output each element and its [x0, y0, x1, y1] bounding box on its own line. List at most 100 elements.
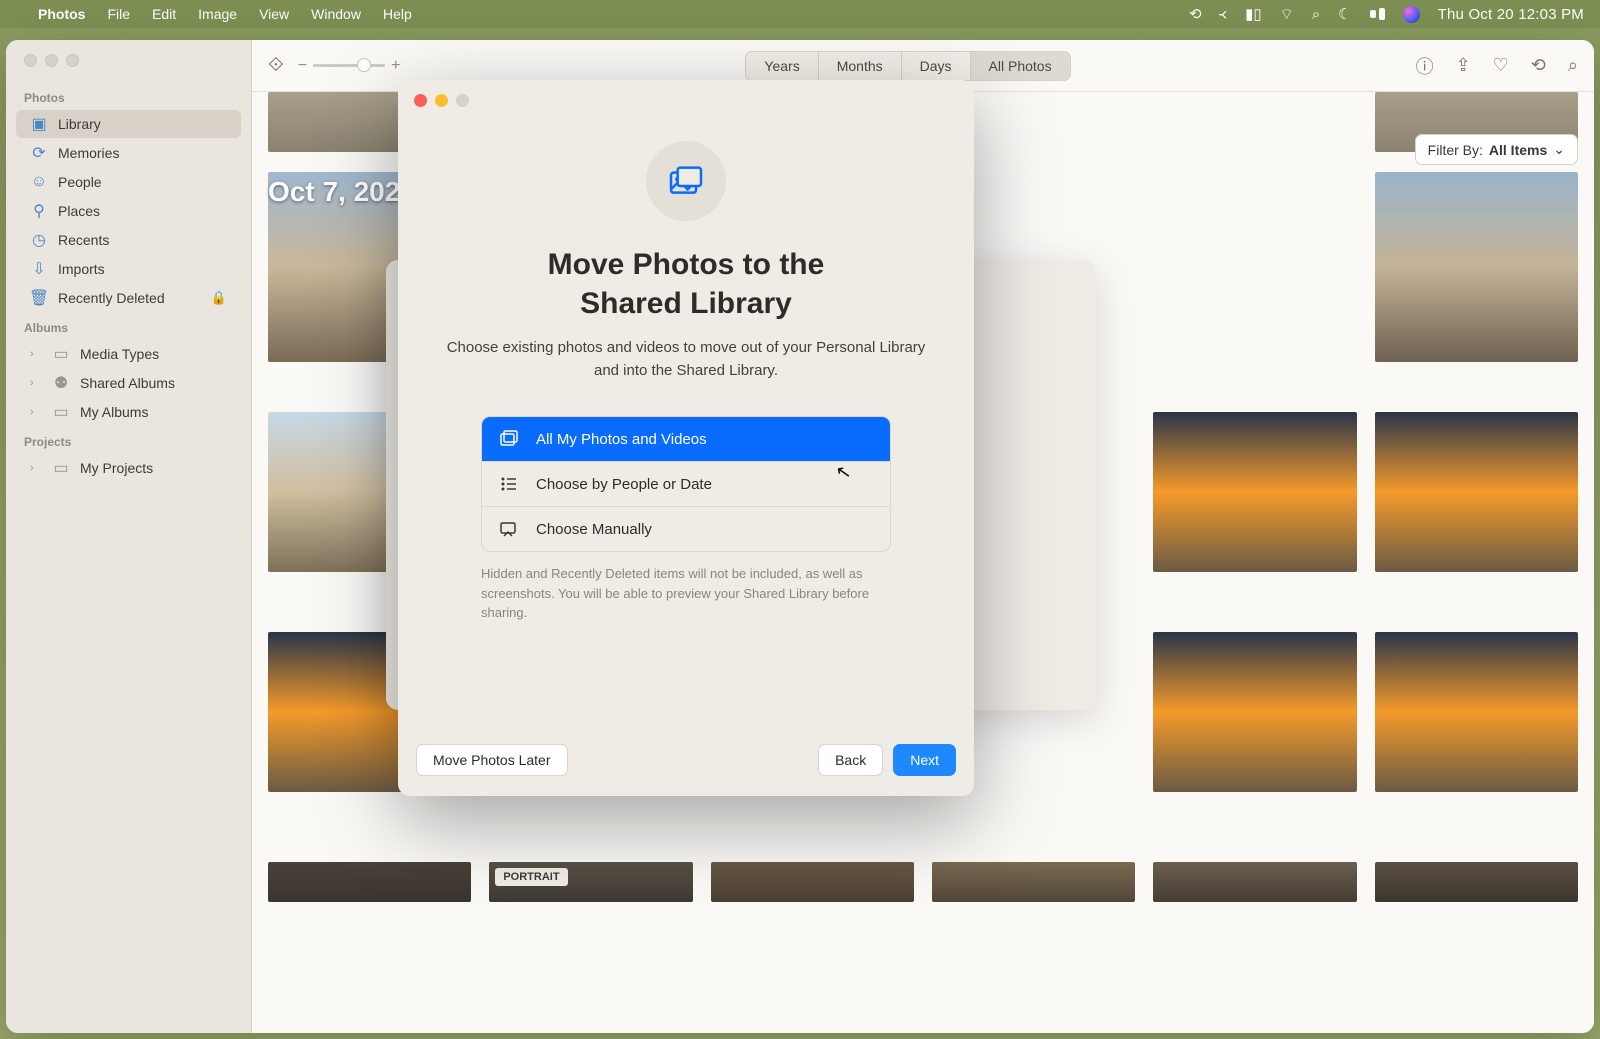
timemachine-icon[interactable]: ⟲	[1189, 5, 1202, 23]
filter-dropdown[interactable]: Filter By: All Items ⌄	[1415, 134, 1578, 165]
trash-icon: 🗑	[30, 289, 48, 307]
menu-window[interactable]: Window	[311, 6, 361, 22]
window-zoom-button[interactable]	[66, 54, 79, 67]
photo-thumbnail[interactable]	[1375, 412, 1578, 572]
sidebar-item-library[interactable]: ▣Library	[16, 110, 241, 138]
modal-minimize-button[interactable]	[435, 94, 448, 107]
segment-days[interactable]: Days	[902, 52, 971, 80]
app-name[interactable]: Photos	[38, 6, 85, 22]
search-icon[interactable]: ⌕	[1568, 55, 1578, 76]
photo-thumbnail[interactable]	[711, 862, 914, 902]
sidebar-item-recently-deleted[interactable]: 🗑 Recently Deleted 🔒	[16, 284, 241, 312]
move-photos-later-button[interactable]: Move Photos Later	[416, 744, 568, 776]
sidebar-item-label: Memories	[58, 145, 119, 161]
photo-thumbnail[interactable]	[1375, 632, 1578, 792]
macos-menubar: Photos File Edit Image View Window Help …	[0, 0, 1600, 28]
sidebar-item-label: Recently Deleted	[58, 290, 165, 306]
modal-zoom-button[interactable]	[456, 94, 469, 107]
sidebar-item-shared-albums[interactable]: › ⚉ Shared Albums	[16, 369, 241, 397]
list-filter-icon	[500, 475, 518, 493]
shared-library-hero-icon	[646, 141, 726, 221]
modal-close-button[interactable]	[414, 94, 427, 107]
sidebar-item-my-projects[interactable]: ›▭My Projects	[16, 454, 241, 482]
shared-library-setup-modal: Move Photos to theShared Library Choose …	[398, 80, 974, 796]
sidebar-item-label: Shared Albums	[80, 375, 175, 391]
photo-thumbnail[interactable]	[1153, 412, 1356, 572]
menu-help[interactable]: Help	[383, 6, 412, 22]
sidebar-item-imports[interactable]: ⇩Imports	[16, 255, 241, 283]
sidebar-item-label: Recents	[58, 232, 109, 248]
filter-value: All Items	[1489, 142, 1547, 158]
photo-thumbnail[interactable]	[1375, 172, 1578, 362]
option-choose-manually[interactable]: Choose Manually	[482, 507, 890, 551]
photo-thumbnail[interactable]	[1153, 632, 1356, 792]
slider-knob[interactable]	[357, 58, 371, 72]
sidebar-item-label: Imports	[58, 261, 105, 277]
segment-months[interactable]: Months	[819, 52, 902, 80]
aspect-icon[interactable]: ⟐	[268, 54, 284, 77]
do-not-disturb-icon[interactable]: ☾	[1338, 5, 1351, 23]
back-button[interactable]: Back	[818, 744, 883, 776]
control-center-icon[interactable]	[1370, 8, 1385, 20]
sidebar-item-label: Library	[58, 116, 101, 132]
option-label: All My Photos and Videos	[536, 431, 707, 448]
window-close-button[interactable]	[24, 54, 37, 67]
photo-thumbnail[interactable]: PORTRAIT	[489, 862, 692, 902]
rotate-icon[interactable]: ⟲	[1531, 55, 1546, 76]
sidebar-item-memories[interactable]: ⟳Memories	[16, 139, 241, 167]
sidebar-item-label: My Projects	[80, 460, 153, 476]
share-icon[interactable]: ⇪	[1456, 55, 1471, 76]
sidebar-item-media-types[interactable]: ›▭Media Types	[16, 340, 241, 368]
view-segment: Years Months Days All Photos	[745, 51, 1070, 81]
sidebar-item-places[interactable]: ⚲Places	[16, 197, 241, 225]
filter-label: Filter By:	[1428, 142, 1483, 158]
siri-icon[interactable]	[1403, 6, 1420, 23]
wifi-icon[interactable]: ⌔	[1280, 5, 1294, 24]
sidebar: Photos ▣Library ⟳Memories ☺People ⚲Place…	[6, 40, 252, 1033]
photo-thumbnail[interactable]	[1153, 862, 1356, 902]
bluetooth-icon[interactable]: ᚜	[1220, 5, 1228, 23]
zoom-in-icon[interactable]: +	[391, 57, 400, 75]
segment-years[interactable]: Years	[746, 52, 818, 80]
recents-icon: ◷	[30, 231, 48, 249]
menu-edit[interactable]: Edit	[152, 6, 176, 22]
modal-title: Move Photos to theShared Library	[548, 245, 825, 323]
window-minimize-button[interactable]	[45, 54, 58, 67]
shared-folder-icon: ⚉	[52, 374, 70, 392]
menu-view[interactable]: View	[259, 6, 289, 22]
info-icon[interactable]: ⓘ	[1416, 53, 1434, 79]
menubar-datetime[interactable]: Thu Oct 20 12:03 PM	[1438, 6, 1584, 23]
menu-image[interactable]: Image	[198, 6, 237, 22]
date-header: Oct 7, 2022	[268, 176, 416, 208]
sidebar-item-label: People	[58, 174, 102, 190]
modal-fine-print: Hidden and Recently Deleted items will n…	[481, 564, 891, 623]
option-label: Choose by People or Date	[536, 476, 712, 493]
chevron-right-icon: ›	[30, 406, 40, 418]
folder-icon: ▭	[52, 345, 70, 363]
zoom-slider[interactable]: − +	[298, 57, 401, 75]
sidebar-item-my-albums[interactable]: ›▭My Albums	[16, 398, 241, 426]
segment-all-photos[interactable]: All Photos	[971, 52, 1070, 80]
lock-icon: 🔒	[211, 290, 227, 306]
photo-thumbnail[interactable]	[1375, 862, 1578, 902]
modal-subtitle: Choose existing photos and videos to mov…	[442, 337, 930, 382]
chevron-right-icon: ›	[30, 377, 40, 389]
portrait-badge: PORTRAIT	[495, 868, 567, 886]
battery-icon[interactable]: ▮▯	[1245, 5, 1262, 23]
option-all-photos[interactable]: All My Photos and Videos	[482, 417, 890, 462]
sidebar-item-people[interactable]: ☺People	[16, 168, 241, 196]
chevron-down-icon: ⌄	[1553, 141, 1565, 158]
folder-icon: ▭	[52, 459, 70, 477]
spotlight-icon[interactable]: ⌕	[1312, 6, 1320, 23]
window-traffic-lights	[6, 54, 251, 83]
favorite-icon[interactable]: ♡	[1493, 55, 1509, 76]
next-button[interactable]: Next	[893, 744, 956, 776]
sidebar-section-photos: Photos	[6, 83, 251, 109]
sidebar-item-recents[interactable]: ◷ Recents	[16, 226, 241, 254]
photo-thumbnail[interactable]	[268, 862, 471, 902]
slider-track[interactable]	[313, 64, 385, 67]
option-people-date[interactable]: Choose by People or Date	[482, 462, 890, 507]
photo-thumbnail[interactable]	[932, 862, 1135, 902]
menu-file[interactable]: File	[107, 6, 130, 22]
zoom-out-icon[interactable]: −	[298, 57, 307, 75]
